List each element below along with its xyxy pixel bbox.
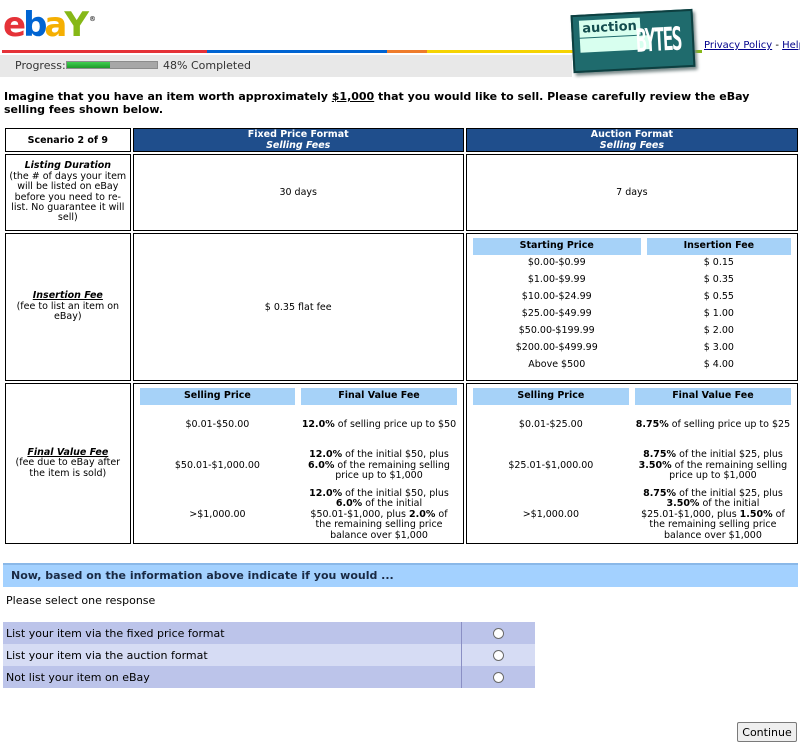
selling-fees-table: Scenario 2 of 9 Fixed Price Format Selli… [3,126,800,546]
table-row: Above $500 $ 4.00 [528,359,734,371]
table-row: $10.00-$24.99 $ 0.55 [521,291,734,303]
response-label: List your item via the fixed price forma… [3,622,461,644]
scenario-label: Scenario 2 of 9 [5,128,131,152]
response-option-auction[interactable]: List your item via the auction format [3,644,535,666]
starting-price-header: Starting Price [472,238,641,255]
table-row: $0.00-$0.99 $ 0.15 [527,257,734,269]
progress-row: Progress: 48% Completed [0,55,572,77]
question-prompt: Now, based on the information above indi… [3,563,798,587]
response-label: Not list your item on eBay [3,666,461,688]
radio-auction[interactable] [492,650,504,661]
privacy-policy-link[interactable]: Privacy Policy [704,40,772,51]
response-options: List your item via the fixed price forma… [3,622,535,688]
table-row: $50.01-$1,000.00 12.0% of the initial $5… [174,449,450,482]
auction-insertion-fee-table: Starting Price Insertion Fee $0.00-$0.99… [467,238,797,374]
progress-bar [66,61,158,69]
insertion-fee-label: Insertion Fee (fee to list an item on eB… [5,233,131,381]
progress-text: 48% Completed [163,59,251,72]
auction-header: Auction Format Selling Fees [465,128,798,152]
final-value-fee-label: Final Value Fee (fee due to eBay after t… [5,383,131,544]
bar-orange [387,50,427,53]
selling-price-header: Selling Price [472,388,629,405]
table-row: $0.01-$50.00 12.0% of selling price up t… [185,418,457,430]
final-value-fee-row: Final Value Fee (fee due to eBay after t… [5,383,798,544]
table-row: $25.01-$1,000.00 8.75% of the initial $2… [508,449,788,482]
table-row: $1.00-$9.99 $ 0.35 [527,274,734,286]
help-link[interactable]: Help [782,40,800,51]
listing-duration-row: Listing Duration (the # of days your ite… [5,154,798,231]
bar-blue [207,50,387,53]
auction-final-value-fee-table: Selling Price Final Value Fee $0.01-$25.… [467,388,797,543]
table-row: $50.00-$199.99 $ 2.00 [518,325,734,337]
fixed-price-header: Fixed Price Format Selling Fees [132,128,464,152]
table-header-row: Scenario 2 of 9 Fixed Price Format Selli… [5,128,798,152]
response-instruction: Please select one response [6,594,156,607]
bar-red [2,50,207,53]
fixed-listing-duration: 30 days [132,154,464,231]
auction-insertion-fee: Starting Price Insertion Fee $0.00-$0.99… [465,233,798,381]
insertion-fee-header: Insertion Fee [646,238,791,255]
page-header: ebaY ® Progress: 48% Completed auction BY… [0,0,800,78]
response-label: List your item via the auction format [3,644,461,666]
final-value-fee-header: Final Value Fee [634,388,791,405]
insertion-fee-row: Insertion Fee (fee to list an item on eB… [5,233,798,381]
auctionbytes-logo: auction BYTES [570,8,696,74]
table-row: $0.01-$25.00 8.75% of selling price up t… [518,418,791,430]
table-row: >$1,000.00 8.75% of the initial $25, plu… [522,487,785,541]
table-row: $200.00-$499.99 $ 3.00 [515,342,734,354]
response-option-fixed[interactable]: List your item via the fixed price forma… [3,622,535,644]
listing-duration-label: Listing Duration (the # of days your ite… [5,154,131,231]
auction-listing-duration: 7 days [465,154,798,231]
fixed-final-value-fee: Selling Price Final Value Fee $0.01-$50.… [132,383,464,544]
selling-price-header: Selling Price [139,388,296,405]
ebay-logo: ebaY ® [3,5,96,45]
header-links: Privacy Policy - Help [704,40,800,51]
fixed-insertion-fee: $ 0.35 flat fee [132,233,464,381]
fixed-final-value-fee-table: Selling Price Final Value Fee $0.01-$50.… [134,388,463,543]
item-value: $1,000 [331,90,375,103]
progress-bar-fill [67,62,111,68]
table-row: >$1,000.00 12.0% of the initial $50, plu… [189,487,449,541]
continue-button[interactable]: Continue [737,722,797,742]
radio-not-list[interactable] [492,672,504,683]
auction-final-value-fee: Selling Price Final Value Fee $0.01-$25.… [465,383,798,544]
final-value-fee-header: Final Value Fee [301,388,457,405]
table-row: $25.00-$49.99 $ 1.00 [521,308,734,320]
intro-text: Imagine that you have an item worth appr… [4,90,750,116]
progress-label: Progress: [15,59,66,72]
radio-fixed-price[interactable] [492,628,504,639]
link-separator: - [772,40,783,51]
response-option-not-list[interactable]: Not list your item on eBay [3,666,535,688]
